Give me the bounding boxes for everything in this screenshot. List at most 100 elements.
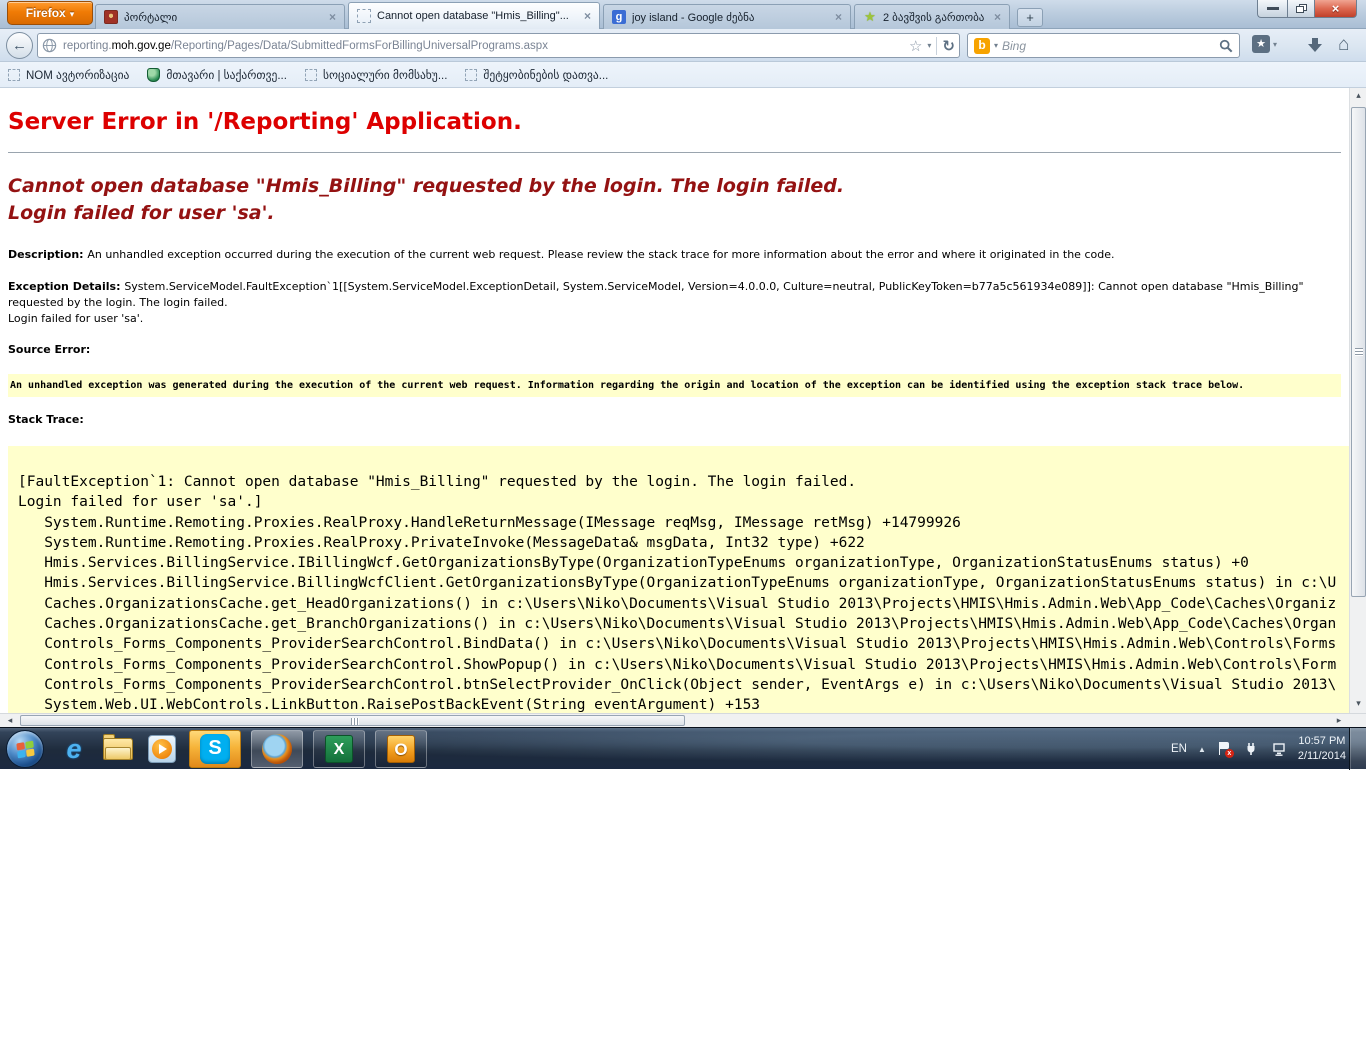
home-icon: ⌂ [1338,34,1349,55]
taskbar-item-skype[interactable]: S [189,730,241,768]
chevron-down-icon[interactable]: ▾ [927,41,931,50]
hidden-icons-chevron[interactable]: ▲ [1198,745,1206,754]
error-subtitle-line2: Login failed for user 'sa'. [8,200,1341,227]
new-tab-button[interactable]: + [1017,8,1043,27]
system-tray: EN ▲ x 10:57 PM 2/11/2014 [1171,728,1346,770]
downloads-button[interactable] [1305,35,1325,60]
chevron-down-icon: ▾ [1273,40,1277,49]
reload-icon[interactable]: ↻ [942,37,955,55]
scroll-right-arrow[interactable]: ▸ [1331,714,1347,728]
firefox-app-button[interactable]: Firefox▾ [7,1,93,25]
window-restore-button[interactable] [1287,0,1315,18]
error-subtitle: Cannot open database "Hmis_Billing" requ… [8,173,1341,227]
bookmark-label: მთავარი | საქართვე... [166,68,287,82]
urlbar-action-icons: ☆ ▾ ↻ [909,37,955,55]
tab-error-page-active[interactable]: Cannot open database "Hmis_Billing"... × [348,2,600,29]
taskbar-item-outlook[interactable]: O [375,730,427,768]
vertical-scrollbar[interactable]: ▴ ▾ [1349,88,1366,713]
search-icon[interactable] [1219,39,1233,53]
bookmarks-toolbar: NOM ავტორიზაცია მთავარი | საქართვე... სო… [0,62,1366,88]
bookmark-item-home-georgia[interactable]: მთავარი | საქართვე... [147,68,287,82]
minimize-icon [1267,7,1279,10]
media-player-icon [148,735,176,763]
scrollbar-corner [1349,714,1366,728]
stack-trace-box: [FaultException`1: Cannot open database … [8,446,1349,713]
taskbar-item-excel[interactable]: X [313,730,365,768]
url-subdomain: reporting. [63,40,112,52]
taskbar-item-firefox[interactable] [251,730,303,768]
search-bar[interactable]: b ▾ [967,33,1240,58]
scroll-up-arrow[interactable]: ▴ [1350,88,1366,105]
network-icon[interactable] [1271,741,1287,757]
bing-icon: b [974,38,990,54]
scroll-left-arrow[interactable]: ◂ [2,714,18,728]
page-viewport: Server Error in '/Reporting' Application… [0,88,1366,713]
horizontal-scrollbar[interactable]: ◂ ▸ [0,713,1366,727]
globe-icon [42,38,57,53]
windows-taskbar: e S X O EN ▲ x [0,727,1366,769]
skype-icon: S [200,734,230,764]
search-input[interactable] [1002,39,1215,53]
window-controls: × [1257,0,1357,18]
horizontal-scrollbar-thumb[interactable] [20,715,685,726]
bookmarks-menu-button[interactable]: ★ ▾ [1252,35,1277,53]
action-center-error-badge: x [1225,749,1234,758]
bookmark-label: სოციალური მომსახუ... [323,68,447,82]
tab-close-icon[interactable]: × [584,11,591,21]
browser-titlebar: Firefox▾ პორტალი × Cannot open database … [0,0,1366,29]
description-text: An unhandled exception occurred during t… [87,248,1114,261]
tab-close-icon[interactable]: × [835,12,842,22]
action-center-flag-icon[interactable]: x [1217,741,1233,757]
tab-label: პორტალი [124,11,323,24]
back-button[interactable]: ← [6,32,33,59]
restore-icon [1296,4,1307,13]
star-favicon: ★ [863,10,877,24]
default-bookmark-icon [8,69,20,81]
home-button[interactable]: ⌂ [1338,35,1349,55]
close-icon: × [1332,1,1340,16]
url-bar[interactable]: reporting.moh.gov.ge/Reporting/Pages/Dat… [37,33,960,58]
source-error-box: An unhandled exception was generated dur… [8,374,1341,397]
clock-date: 2/11/2014 [1298,749,1346,764]
url-domain: moh.gov.ge [112,40,171,52]
chevron-down-icon[interactable]: ▾ [994,41,998,50]
tab-portal[interactable]: პორტალი × [95,4,345,29]
bookmark-star-icon[interactable]: ☆ [909,37,922,55]
google-favicon: g [612,10,626,24]
tab-label: Cannot open database "Hmis_Billing"... [377,10,578,22]
taskbar-item-explorer[interactable] [96,729,140,769]
exception-details-label: Exception Details: [8,280,124,293]
empty-space-below-taskbar [0,769,1366,998]
scrollbar-grip [1355,348,1363,356]
url-path: /Reporting/Pages/Data/SubmittedFormsForB… [171,40,548,52]
bookmark-item-notifications[interactable]: შეტყობინების დათვა... [465,68,608,82]
firefox-icon [262,734,292,764]
bookmark-item-social-service[interactable]: სოციალური მომსახუ... [305,68,447,82]
tab-close-icon[interactable]: × [329,12,336,22]
scroll-down-arrow[interactable]: ▾ [1350,696,1366,713]
tab-google-search[interactable]: g joy island - Google ძებნა × [603,4,851,29]
taskbar-item-internet-explorer[interactable]: e [52,729,96,769]
url-text[interactable]: reporting.moh.gov.ge/Reporting/Pages/Dat… [63,40,909,52]
error-subtitle-line1: Cannot open database "Hmis_Billing" requ… [8,173,1341,200]
chevron-down-icon: ▾ [70,9,75,19]
error-page-title: Server Error in '/Reporting' Application… [8,106,1341,138]
tab-close-icon[interactable]: × [994,12,1001,22]
stack-trace-label: Stack Trace: [8,413,1341,426]
window-close-button[interactable]: × [1315,0,1357,18]
vertical-scrollbar-thumb[interactable] [1351,107,1366,597]
outlook-icon: O [387,735,415,763]
window-minimize-button[interactable] [1257,0,1287,18]
windows-logo-icon [16,740,34,758]
power-plug-icon[interactable] [1244,741,1260,757]
bookmarks-panel-icon: ★ [1252,35,1270,53]
taskbar-item-media-player[interactable] [140,729,184,769]
language-indicator[interactable]: EN [1171,743,1187,755]
default-page-favicon [357,9,371,23]
taskbar-clock[interactable]: 10:57 PM 2/11/2014 [1298,734,1346,764]
tab-article[interactable]: ★ 2 ბავშვის გართობა 8.8 ლარად ბავშვ... × [854,4,1010,29]
show-desktop-button[interactable] [1349,728,1366,770]
error-page-content: Server Error in '/Reporting' Application… [0,106,1349,713]
bookmark-item-nom[interactable]: NOM ავტორიზაცია [8,68,129,82]
start-button[interactable] [6,730,44,768]
